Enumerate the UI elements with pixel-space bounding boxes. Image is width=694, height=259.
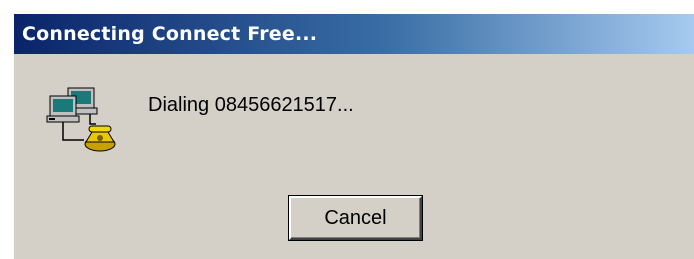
window-title: Connecting Connect Free... bbox=[22, 23, 318, 45]
dialing-status-text: Dialing 08456621517... bbox=[148, 94, 354, 116]
connecting-dialog: Connecting Connect Free... Dialing 08456… bbox=[12, 12, 694, 259]
title-bar[interactable]: Connecting Connect Free... bbox=[14, 14, 694, 54]
dialup-networking-icon bbox=[44, 82, 120, 158]
cancel-button[interactable]: Cancel bbox=[289, 196, 422, 240]
